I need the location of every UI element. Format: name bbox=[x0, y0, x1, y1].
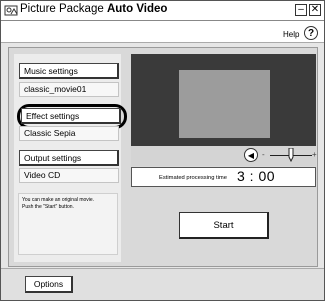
options-button[interactable]: Options bbox=[25, 276, 73, 293]
output-settings-button[interactable]: Output settings bbox=[19, 150, 119, 166]
start-button[interactable]: Start bbox=[179, 212, 269, 239]
music-settings-button[interactable]: Music settings bbox=[19, 63, 119, 79]
estimated-time-label: Estimated processing time bbox=[159, 175, 227, 181]
window-title: Picture Package Auto Video bbox=[20, 3, 167, 15]
effect-settings-button[interactable]: Effect settings bbox=[21, 108, 121, 124]
preview-frame bbox=[179, 70, 270, 138]
help-icon[interactable]: ? bbox=[304, 26, 318, 40]
close-button[interactable]: ✕ bbox=[309, 4, 321, 16]
picture-package-icon bbox=[4, 5, 18, 16]
output-settings-value: Video CD bbox=[19, 168, 119, 183]
minimize-button[interactable]: – bbox=[295, 4, 307, 16]
volume-slider-thumb[interactable] bbox=[288, 148, 294, 162]
title-app-name: Auto Video bbox=[106, 3, 168, 15]
volume-minus-label: - bbox=[262, 150, 265, 159]
speaker-icon[interactable]: ◀ bbox=[244, 148, 258, 162]
effect-settings-value: Classic Sepia bbox=[19, 126, 119, 141]
title-prefix: Picture Package bbox=[20, 3, 104, 15]
help-label[interactable]: Help bbox=[283, 30, 299, 39]
info-box: You can make an original movie. Push the… bbox=[18, 193, 118, 255]
music-settings-value: classic_movie01 bbox=[19, 82, 119, 97]
volume-plus-label: + bbox=[312, 150, 317, 159]
info-text-line1: You can make an original movie. bbox=[22, 197, 95, 203]
estimated-time-value: 3 : 00 bbox=[237, 168, 276, 184]
info-text-line2: Push the "Start" button. bbox=[22, 204, 74, 210]
help-bar bbox=[1, 21, 324, 43]
